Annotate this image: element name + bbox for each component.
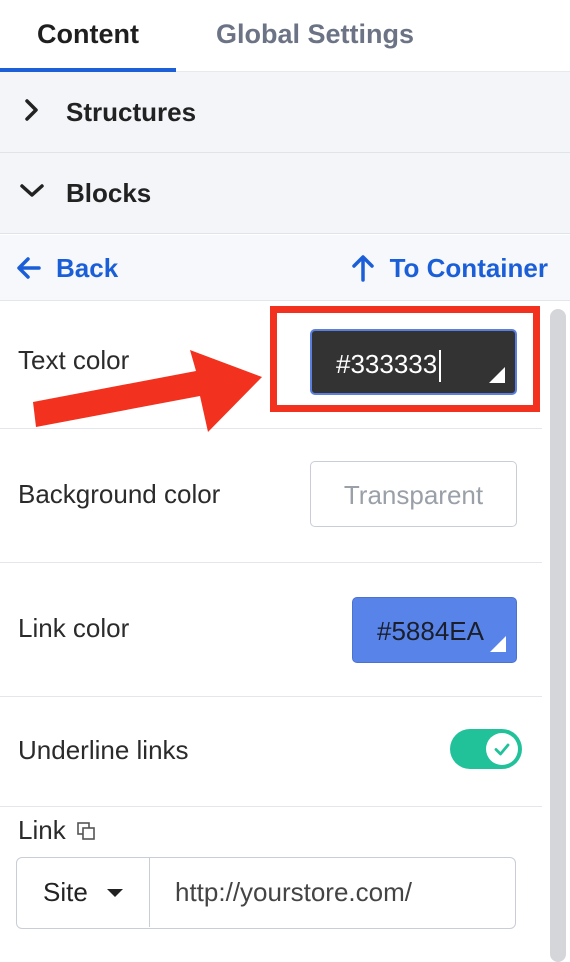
link-type-value: Site xyxy=(43,877,88,907)
color-picker-corner-icon xyxy=(490,636,506,652)
tab-bar: Content Global Settings xyxy=(0,0,570,72)
tab-global-settings[interactable]: Global Settings xyxy=(200,0,430,72)
arrow-up-icon xyxy=(351,255,374,282)
link-label: Link xyxy=(18,815,66,845)
link-color-row: Link color #5884EA xyxy=(0,563,542,697)
copy-icon[interactable] xyxy=(76,821,96,841)
section-blocks-label: Blocks xyxy=(66,178,152,208)
block-nav-bar: Back To Container xyxy=(0,235,570,301)
link-color-value: #5884EA xyxy=(377,616,484,646)
scrollbar-thumb[interactable] xyxy=(550,309,566,962)
link-label-row: Link xyxy=(18,815,96,846)
link-color-input[interactable]: #5884EA xyxy=(352,597,517,663)
background-color-label: Background color xyxy=(18,479,221,509)
link-color-label: Link color xyxy=(18,613,130,643)
text-color-label: Text color xyxy=(18,345,130,375)
underline-links-row: Underline links xyxy=(0,697,542,807)
to-container-label: To Container xyxy=(389,252,548,283)
link-url-input[interactable]: http://yourstore.com/ xyxy=(151,858,513,927)
scrollbar[interactable] xyxy=(546,301,570,962)
back-label: Back xyxy=(56,252,119,283)
back-button[interactable]: Back xyxy=(16,235,118,301)
link-input-group: Site http://yourstore.com/ xyxy=(16,857,516,929)
underline-links-toggle[interactable] xyxy=(450,729,522,769)
section-blocks[interactable]: Blocks xyxy=(0,153,570,234)
checkmark-icon xyxy=(494,743,510,756)
link-section: Link Site http://yourstore.com/ xyxy=(0,807,542,962)
chevron-right-icon xyxy=(25,99,38,121)
section-structures[interactable]: Structures xyxy=(0,72,570,153)
tab-content[interactable]: Content xyxy=(0,0,176,72)
toggle-knob xyxy=(486,733,518,765)
annotation-highlight-box xyxy=(270,306,540,412)
arrow-left-icon xyxy=(17,257,41,279)
caret-down-icon xyxy=(106,888,123,897)
link-type-select[interactable]: Site xyxy=(17,858,150,927)
section-structures-label: Structures xyxy=(66,97,197,127)
chevron-down-icon xyxy=(20,184,44,197)
background-color-row: Background color Transparent xyxy=(0,429,542,563)
to-container-button[interactable]: To Container xyxy=(350,235,548,301)
background-color-input[interactable]: Transparent xyxy=(310,461,517,527)
underline-links-label: Underline links xyxy=(18,735,189,765)
